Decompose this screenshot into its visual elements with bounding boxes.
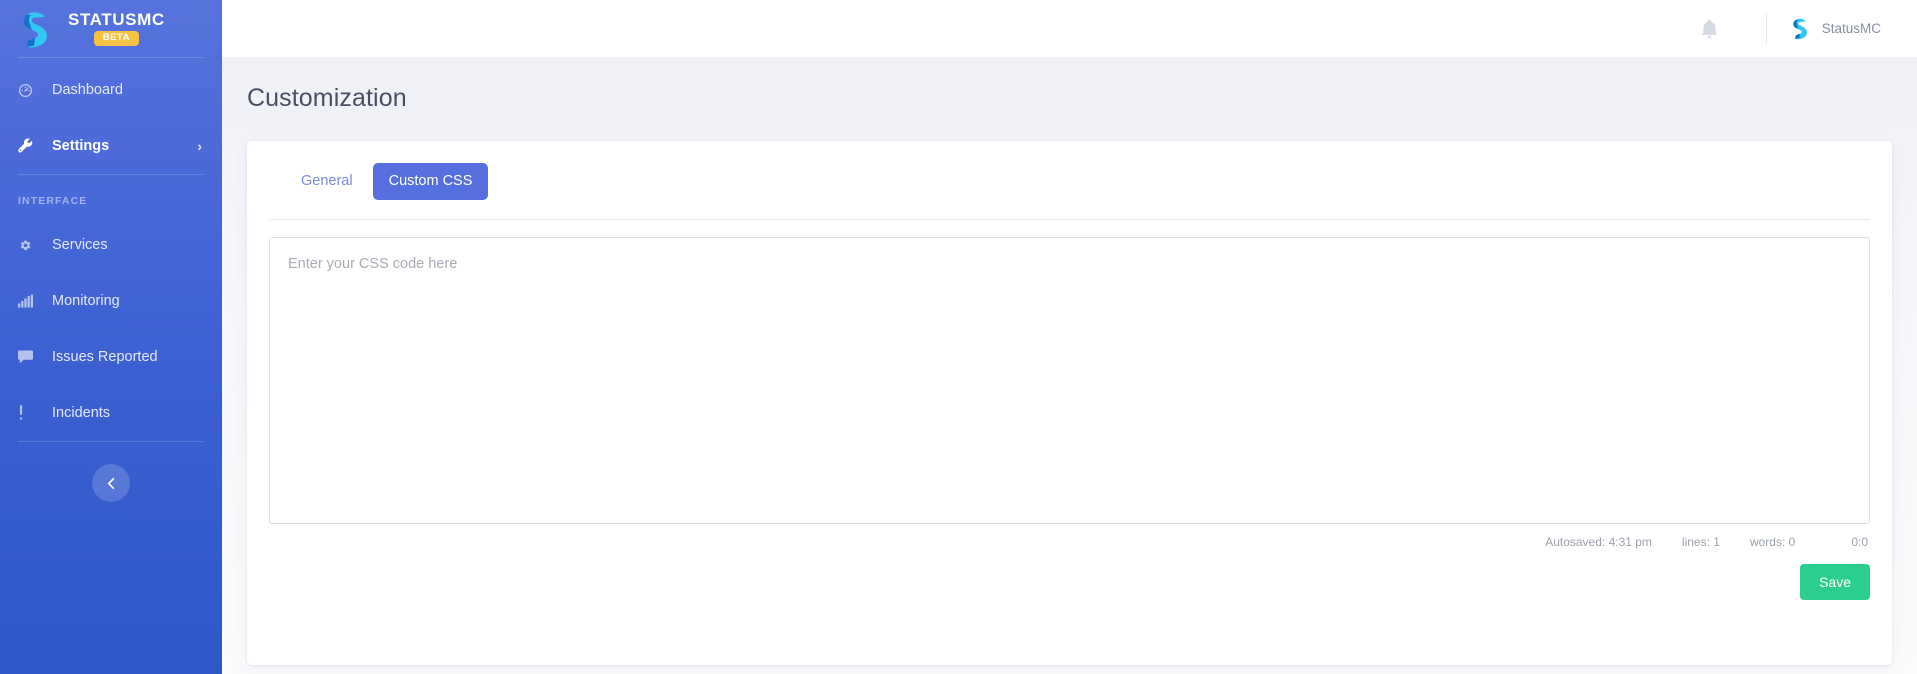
words-count: words: 0 bbox=[1749, 535, 1796, 549]
sidebar-item-label: Monitoring bbox=[52, 293, 120, 309]
sidebar-item-dashboard[interactable]: Dashboard bbox=[0, 62, 222, 118]
sidebar-section-label: INTERFACE bbox=[18, 195, 88, 207]
exclamation-icon bbox=[18, 405, 40, 421]
wrench-icon bbox=[18, 138, 40, 154]
tab-divider bbox=[269, 219, 1870, 220]
sidebar-item-label: Settings bbox=[52, 138, 110, 154]
tab-custom-css[interactable]: Custom CSS bbox=[372, 163, 489, 200]
main-region: StatusMC Customization General Custom CS… bbox=[222, 0, 1917, 674]
tab-bar: General Custom CSS bbox=[269, 163, 1870, 200]
statusmc-s-logo-icon bbox=[16, 9, 54, 49]
cursor-position: 0:0 bbox=[1851, 535, 1868, 549]
sidebar-item-monitoring[interactable]: Monitoring bbox=[0, 273, 222, 329]
topbar: StatusMC bbox=[222, 0, 1917, 57]
sidebar-item-settings[interactable]: Settings › bbox=[0, 118, 222, 174]
css-editor-placeholder: Enter your CSS code here bbox=[288, 256, 458, 272]
page-content: Customization General Custom CSS Enter y… bbox=[222, 57, 1917, 674]
sidebar-item-label: Incidents bbox=[52, 405, 111, 421]
tab-general[interactable]: General bbox=[285, 163, 369, 200]
sidebar-collapse-wrap bbox=[0, 442, 222, 502]
bar-chart-icon bbox=[18, 294, 40, 308]
sidebar-nav: Dashboard Settings › INTERFACE Services … bbox=[0, 58, 222, 502]
user-menu[interactable]: StatusMC bbox=[1789, 16, 1881, 41]
sidebar-item-label: Services bbox=[52, 237, 108, 253]
chevron-left-icon bbox=[107, 477, 114, 489]
bell-icon bbox=[1701, 19, 1717, 38]
customization-card: General Custom CSS Enter your CSS code h… bbox=[247, 141, 1892, 665]
statusmc-s-logo-icon bbox=[1789, 16, 1811, 41]
card-actions: Save bbox=[269, 549, 1870, 600]
speedometer-icon bbox=[18, 83, 40, 98]
sidebar-item-services[interactable]: Services bbox=[0, 217, 222, 273]
gear-icon bbox=[18, 238, 40, 253]
user-name: StatusMC bbox=[1821, 21, 1881, 36]
page-title: Customization bbox=[247, 84, 407, 112]
sidebar-item-issues-reported[interactable]: Issues Reported bbox=[0, 329, 222, 385]
comment-icon bbox=[18, 350, 40, 364]
lines-count: lines: 1 bbox=[1681, 535, 1720, 549]
save-button[interactable]: Save bbox=[1800, 564, 1870, 600]
sidebar-collapse-button[interactable] bbox=[92, 464, 130, 502]
brand-text: STATUSMC BETA bbox=[68, 10, 165, 46]
sidebar: STATUSMC BETA Dashboard Settings › INTER… bbox=[0, 0, 222, 674]
app-root: STATUSMC BETA Dashboard Settings › INTER… bbox=[0, 0, 1917, 674]
topbar-divider bbox=[1765, 12, 1767, 45]
css-editor[interactable]: Enter your CSS code here bbox=[269, 237, 1870, 524]
sidebar-item-label: Dashboard bbox=[52, 82, 123, 98]
sidebar-item-label: Issues Reported bbox=[52, 349, 158, 365]
brand[interactable]: STATUSMC BETA bbox=[0, 0, 222, 57]
sidebar-item-incidents[interactable]: Incidents bbox=[0, 385, 222, 441]
editor-statusbar: Autosaved: 4:31 pm lines: 1 words: 0 0:0 bbox=[269, 524, 1870, 549]
beta-badge: BETA bbox=[93, 31, 139, 46]
notifications-button[interactable] bbox=[1687, 19, 1732, 38]
autosaved-status: Autosaved: 4:31 pm bbox=[1545, 535, 1652, 549]
chevron-right-icon: › bbox=[197, 138, 202, 154]
brand-name: STATUSMC bbox=[68, 10, 165, 29]
